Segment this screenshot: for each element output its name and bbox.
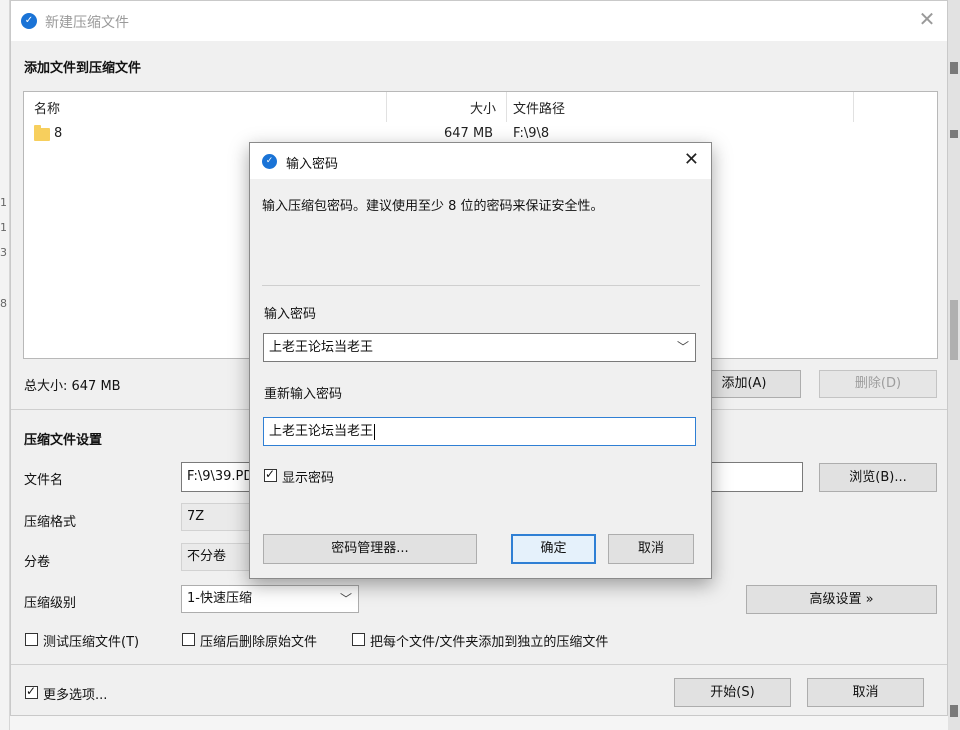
password-description: 输入压缩包密码。建议使用至少 8 位的密码来保证安全性。 [262,199,604,214]
format-label: 压缩格式 [24,515,77,530]
password-input[interactable]: 上老王论坛当老王 ﹀ [263,333,696,362]
app-logo-icon: ✓ [262,154,277,169]
delete-button[interactable]: 删除(D) [819,370,937,398]
window-title-bar: ✓ 新建压缩文件 ✕ [11,1,947,41]
cancel-button[interactable]: 取消 [807,678,924,707]
filename-label: 文件名 [24,473,64,488]
settings-section-title: 压缩文件设置 [24,433,103,448]
window-title: 新建压缩文件 [45,15,129,31]
column-header-size[interactable]: 大小 [470,98,496,117]
password-manager-button[interactable]: 密码管理器... [263,534,477,564]
more-options-label[interactable]: 更多选项... [43,684,107,703]
password-value: 上老王论坛当老王 [269,340,374,355]
confirm-password-input[interactable]: 上老王论坛当老王 [263,417,696,446]
show-password-label[interactable]: 显示密码 [282,467,334,486]
format-value: 7Z [187,509,205,524]
background-digit: 1 [0,221,7,234]
file-row-size: 647 MB [444,126,494,141]
window-close-icon[interactable]: ✕ [915,7,939,31]
background-digit: 1 [0,196,7,209]
split-value: 不分卷 [187,549,227,564]
background-digit: 3 [0,246,7,259]
level-label: 压缩级别 [24,596,77,611]
column-header-path[interactable]: 文件路径 [513,98,565,117]
column-header-name[interactable]: 名称 [34,98,60,117]
more-options-checkbox[interactable] [25,684,38,699]
text-caret [374,423,376,440]
total-size: 总大小: 647 MB [24,379,121,394]
start-button[interactable]: 开始(S) [674,678,791,707]
dialog-close-icon[interactable]: ✕ [684,149,699,170]
show-password-checkbox[interactable] [264,467,277,482]
password-dialog: ✓ 输入密码 ✕ 输入压缩包密码。建议使用至少 8 位的密码来保证安全性。 输入… [249,142,712,579]
chevron-down-icon[interactable]: ﹀ [677,334,689,361]
separate-archives-label[interactable]: 把每个文件/文件夹添加到独立的压缩文件 [370,631,608,650]
file-row-path: F:\9\8 [513,126,550,141]
dialog-cancel-button[interactable]: 取消 [608,534,694,564]
confirm-password-value: 上老王论坛当老王 [269,424,374,439]
chevron-down-icon: ﹀ [339,592,352,606]
delete-after-label[interactable]: 压缩后删除原始文件 [200,631,317,650]
password-dialog-title-bar: ✓ 输入密码 ✕ [250,143,711,179]
password-dialog-title: 输入密码 [286,157,339,172]
folder-icon [34,125,50,141]
level-select[interactable]: 1-快速压缩 ﹀ [181,585,359,613]
background-scrollbar [948,0,960,730]
level-value: 1-快速压缩 [187,591,252,606]
split-label: 分卷 [24,555,51,570]
files-section-title: 添加文件到压缩文件 [24,61,142,76]
background-app-edge: 1 1 3 8 [0,0,10,730]
browse-button[interactable]: 浏览(B)... [819,463,937,492]
file-row-name: 8 [54,126,63,141]
advanced-settings-button[interactable]: 高级设置 » [746,585,937,614]
background-digit: 8 [0,297,7,310]
separate-archives-checkbox[interactable] [352,633,365,646]
ok-button[interactable]: 确定 [511,534,596,564]
app-logo-icon: ✓ [21,13,37,29]
confirm-password-label: 重新输入密码 [264,387,343,402]
delete-after-checkbox[interactable] [182,633,195,646]
test-archive-checkbox[interactable] [25,633,38,646]
password-label: 输入密码 [264,307,317,322]
test-archive-label[interactable]: 测试压缩文件(T) [43,631,139,650]
